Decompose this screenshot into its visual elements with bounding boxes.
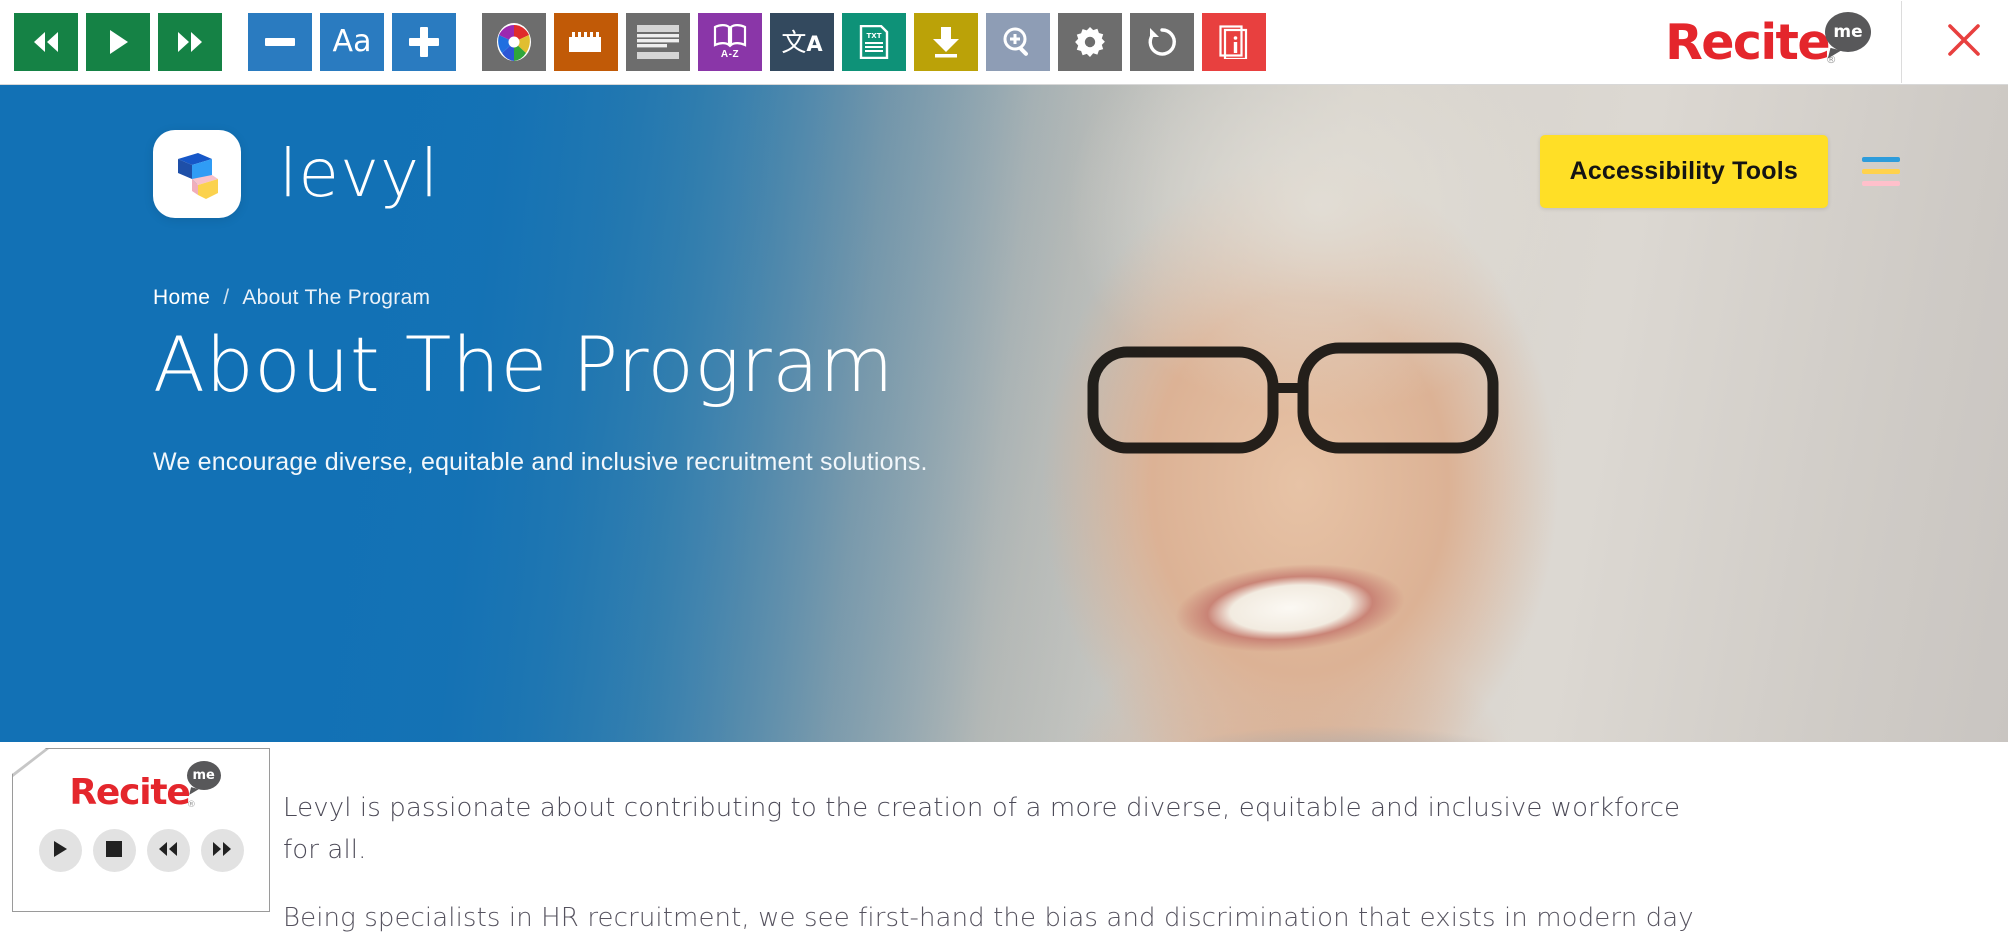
plain-text-mode-button[interactable]: TXT xyxy=(842,13,906,71)
reset-button[interactable] xyxy=(1130,13,1194,71)
accessibility-tools-button[interactable]: Accessibility Tools xyxy=(1539,135,1828,208)
menu-bar-3 xyxy=(1862,181,1900,186)
player-controls xyxy=(13,829,269,872)
accessibility-tools-area: Accessibility Tools xyxy=(1539,135,1900,208)
user-guide-info-icon xyxy=(1219,25,1249,59)
magnifier-plus-icon xyxy=(1002,26,1034,58)
main-content: Levyl is passionate about contributing t… xyxy=(0,742,1800,939)
play-icon xyxy=(52,840,68,861)
dictionary-button[interactable]: A-Z xyxy=(698,13,762,71)
hero-photo-shoulder-detail xyxy=(1080,685,1600,742)
page-title: About The Program xyxy=(153,320,894,409)
recite-speech-bubble-icon: me xyxy=(1825,12,1871,52)
body-paragraph-1: Levyl is passionate about contributing t… xyxy=(283,793,1681,866)
body-paragraph-2: Being specialists in HR recruitment, we … xyxy=(283,903,1694,934)
levyl-glyph-icon xyxy=(178,153,218,199)
rewind-button[interactable] xyxy=(14,13,78,71)
levyl-wordmark: levyl xyxy=(279,135,440,212)
ruler-icon xyxy=(568,31,604,53)
menu-bar-1 xyxy=(1862,157,1900,162)
levyl-logo-mark xyxy=(153,130,241,218)
magnifier-button[interactable] xyxy=(986,13,1050,71)
recite-me-toolbar: Aa A-Z 文A TXT Recite me xyxy=(0,0,2008,85)
increase-text-size-button[interactable] xyxy=(392,13,456,71)
player-forward-button[interactable] xyxy=(200,829,244,872)
toolbar-tools-group: A-Z 文A TXT xyxy=(482,13,1274,71)
menu-bar-2 xyxy=(1862,169,1900,174)
plain-text-txt-icon: TXT xyxy=(859,25,889,59)
hero-banner: Accessibility Tools levyl Home / About T… xyxy=(0,85,2008,742)
player-rewind-button[interactable] xyxy=(146,829,190,872)
page-subtitle: We encourage diverse, equitable and incl… xyxy=(153,448,928,477)
close-toolbar-button[interactable] xyxy=(1936,14,1992,70)
font-aa-icon: Aa xyxy=(332,24,372,59)
breadcrumb: Home / About The Program xyxy=(153,286,2008,310)
translate-icon: 文A xyxy=(781,27,823,57)
ruler-button[interactable] xyxy=(554,13,618,71)
player-wordmark: Recite ® xyxy=(69,772,196,813)
rewind-icon xyxy=(157,841,179,860)
settings-button[interactable] xyxy=(1058,13,1122,71)
recite-me-logo: Recite® me xyxy=(1665,12,1871,67)
screen-mask-button[interactable] xyxy=(626,13,690,71)
page-content: Accessibility Tools levyl Home / About T… xyxy=(0,85,2008,940)
fast-forward-button[interactable] xyxy=(158,13,222,71)
player-logo: Recite ® me xyxy=(13,749,269,811)
plus-icon xyxy=(409,27,439,57)
close-icon xyxy=(1946,22,1982,63)
breadcrumb-link-home[interactable]: Home xyxy=(153,286,210,310)
player-stop-button[interactable] xyxy=(92,829,136,872)
play-button[interactable] xyxy=(86,13,150,71)
player-play-button[interactable] xyxy=(38,829,82,872)
player-registered-mark: ® xyxy=(186,800,196,810)
download-audio-button[interactable] xyxy=(914,13,978,71)
play-icon xyxy=(106,29,130,55)
recite-wordmark: Recite® xyxy=(1665,18,1837,67)
dictionary-book-icon: A-Z xyxy=(713,24,747,60)
screen-mask-icon xyxy=(637,25,679,59)
toolbar-text-group: Aa xyxy=(248,13,464,71)
svg-text:TXT: TXT xyxy=(867,32,882,40)
stop-icon xyxy=(106,841,122,860)
download-icon xyxy=(931,26,961,58)
rewind-icon xyxy=(31,30,61,54)
reset-icon xyxy=(1146,26,1178,58)
translate-button[interactable]: 文A xyxy=(770,13,834,71)
breadcrumb-current: About The Program xyxy=(242,286,431,309)
fast-forward-icon xyxy=(175,30,205,54)
player-speech-bubble-icon: me xyxy=(186,761,221,790)
toolbar-playback-group xyxy=(14,13,230,71)
minus-icon xyxy=(265,38,295,46)
font-button[interactable]: Aa xyxy=(320,13,384,71)
change-colour-button[interactable] xyxy=(482,13,546,71)
menu-toggle-button[interactable] xyxy=(1862,151,1900,192)
fast-forward-icon xyxy=(211,841,233,860)
gear-icon xyxy=(1074,26,1106,58)
colour-wheel-icon xyxy=(496,22,532,62)
toolbar-separator xyxy=(1901,1,1902,83)
user-guide-button[interactable] xyxy=(1202,13,1266,71)
recite-me-floating-player[interactable]: Recite ® me xyxy=(12,748,270,912)
decrease-text-size-button[interactable] xyxy=(248,13,312,71)
breadcrumb-separator: / xyxy=(223,286,230,309)
